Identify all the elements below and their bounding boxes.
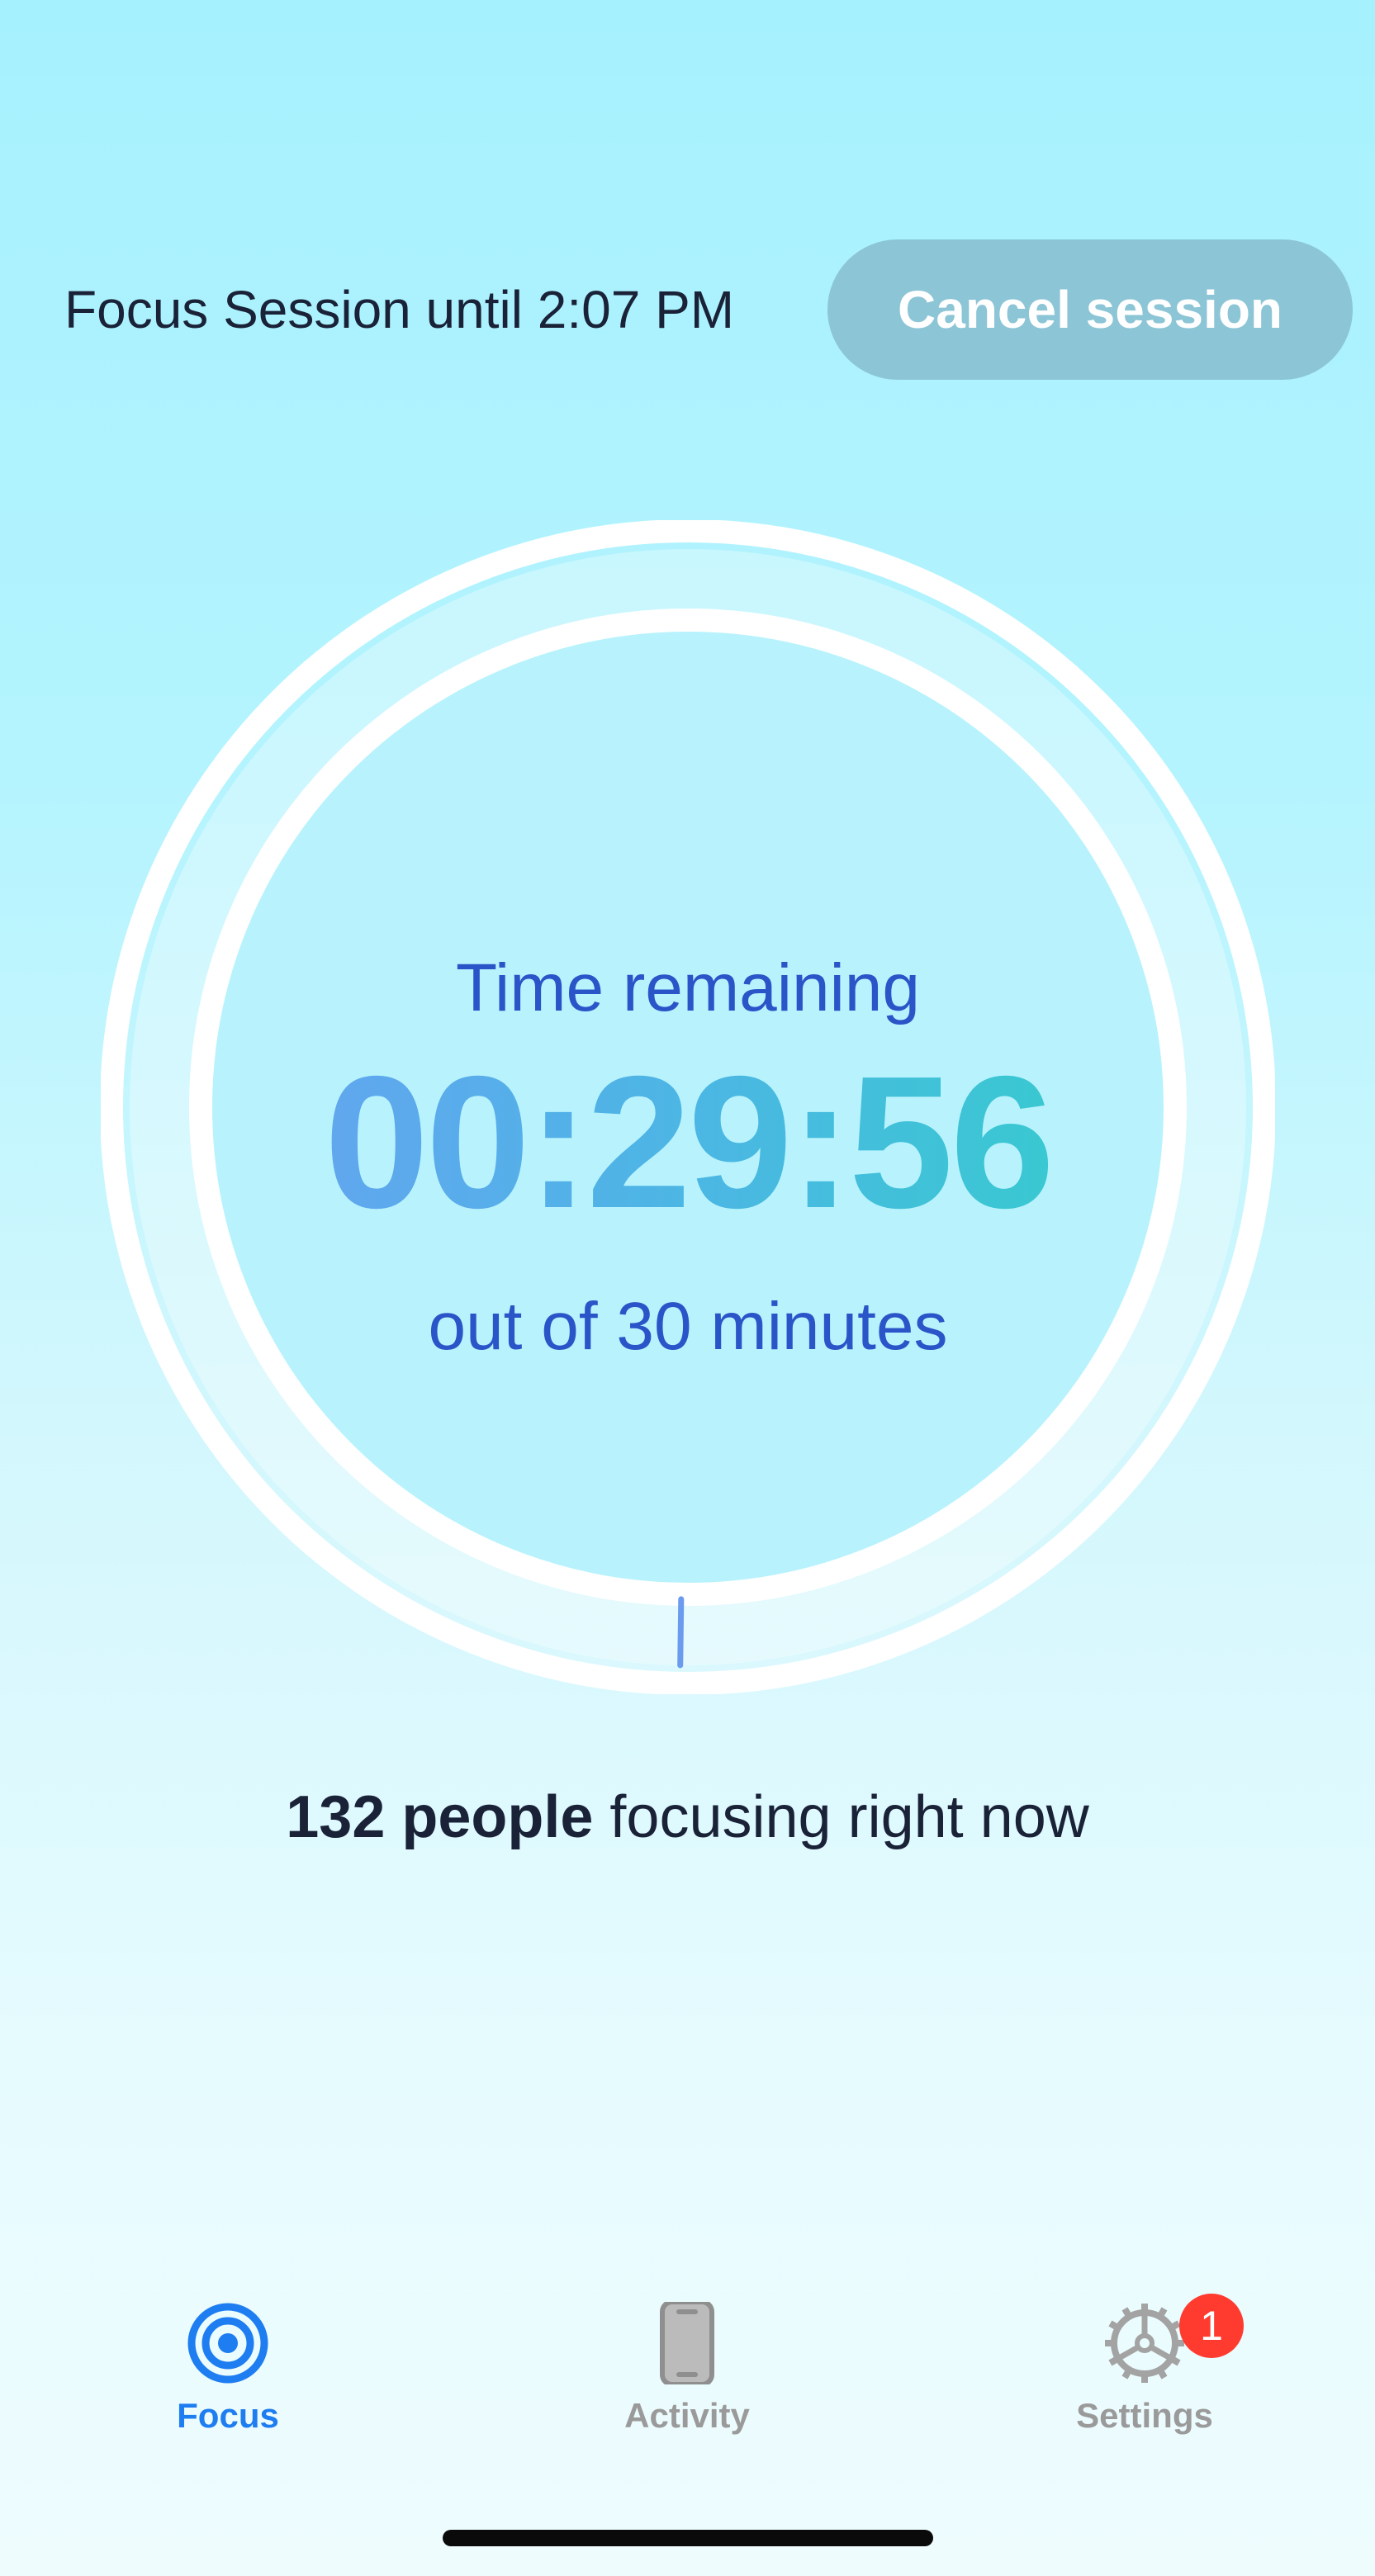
time-remaining-value: 00:29:56 [101, 1049, 1275, 1237]
people-count: 132 people [286, 1784, 594, 1850]
tab-focus-label: Focus [177, 2396, 279, 2435]
people-focusing-text: 132 people focusing right now [0, 1783, 1375, 1851]
session-duration-label: out of 30 minutes [428, 1289, 948, 1364]
session-header: Focus Session until 2:07 PM Cancel sessi… [0, 239, 1375, 380]
focus-target-icon [187, 2303, 268, 2384]
tab-settings[interactable]: Settings 1 [1021, 2287, 1268, 2452]
home-indicator[interactable] [443, 2530, 933, 2546]
gear-icon [1105, 2304, 1184, 2383]
people-focusing-suffix: focusing right now [593, 1784, 1089, 1850]
settings-notification-badge: 1 [1179, 2294, 1244, 2358]
tab-activity-label: Activity [624, 2396, 750, 2435]
timer-display: Time remaining 00:29:56 out of 30 minute… [101, 520, 1275, 1694]
phone-icon [660, 2302, 714, 2384]
tab-settings-label: Settings [1076, 2396, 1213, 2435]
tab-focus[interactable]: Focus [104, 2287, 352, 2452]
time-remaining-label: Time remaining [455, 950, 921, 1025]
tab-bar: Focus Activity Settings 1 [0, 2287, 1375, 2477]
session-end-time: Focus Session until 2:07 PM [64, 280, 735, 339]
tab-activity[interactable]: Activity [563, 2287, 811, 2452]
cancel-session-button[interactable]: Cancel session [827, 239, 1353, 380]
